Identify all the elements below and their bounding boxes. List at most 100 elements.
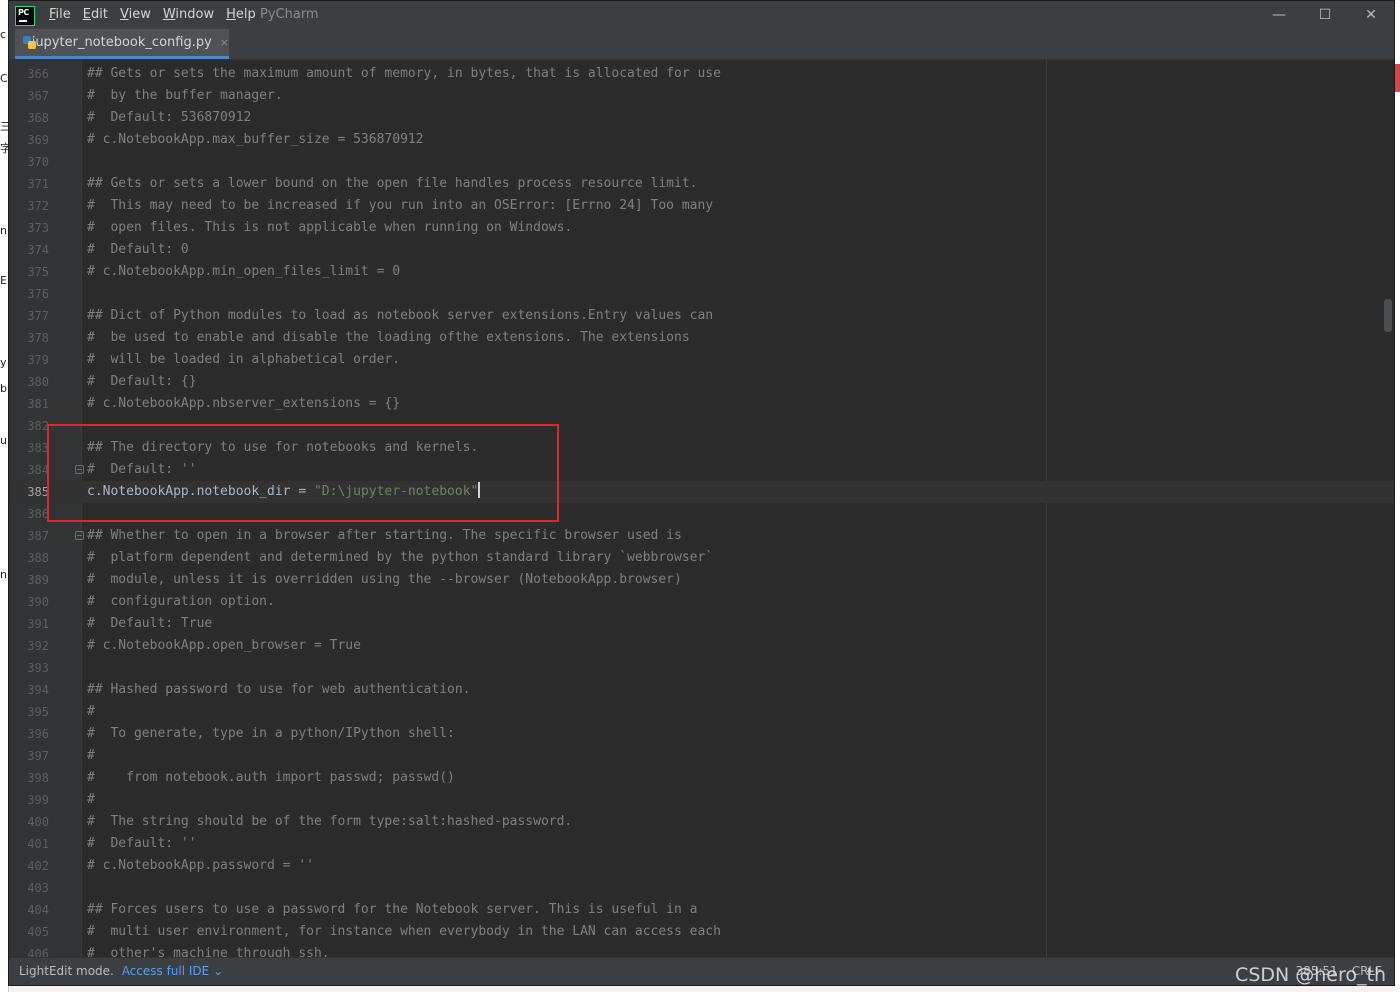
chevron-down-icon: ⌄ (213, 964, 224, 978)
code-text: # c.NotebookApp.min_open_files_limit = 0 (87, 264, 401, 279)
menu-window[interactable]: Window (157, 7, 220, 22)
code-text: # open files. This is not applicable whe… (87, 220, 573, 235)
title-bar: PC File Edit View Window Help PyCharm — … (9, 1, 1394, 29)
menu-view-label: iew (128, 7, 151, 22)
fold-marker-icon[interactable] (75, 531, 84, 540)
code-line[interactable]: 398 # from notebook.auth import passwd; p… (9, 767, 1394, 789)
code-text: # c.NotebookApp.nbserver_extensions = {} (87, 396, 401, 411)
code-line[interactable]: 367 # by the buffer manager. (9, 85, 1394, 107)
code-text: ## Gets or sets a lower bound on the ope… (87, 176, 698, 191)
line-number: 367 (27, 89, 49, 103)
code-text: # platform dependent and determined by t… (87, 550, 714, 565)
code-line[interactable]: 385 c.NotebookApp.notebook_dir = "D:\jupy… (9, 481, 1394, 503)
pycharm-window: PC File Edit View Window Help PyCharm — … (8, 0, 1395, 986)
code-line[interactable]: 382 (9, 415, 1394, 437)
tab-close-icon[interactable]: × (220, 36, 229, 49)
line-number: 377 (27, 309, 49, 323)
code-line[interactable]: 400 # The string should be of the form ty… (9, 811, 1394, 833)
code-line[interactable]: 392 # c.NotebookApp.open_browser = True (9, 635, 1394, 657)
line-number: 385 (27, 485, 49, 499)
code-line[interactable]: 387 ## Whether to open in a browser after… (9, 525, 1394, 547)
line-number: 390 (27, 595, 49, 609)
code-line[interactable]: 372 # This may need to be increased if yo… (9, 195, 1394, 217)
code-string: "D:\jupyter-notebook" (313, 484, 479, 499)
code-text: # c.NotebookApp.max_buffer_size = 536870… (87, 132, 424, 147)
code-line[interactable]: 396 # To generate, type in a python/IPyth… (9, 723, 1394, 745)
line-number: 375 (27, 265, 49, 279)
code-line[interactable]: 393 (9, 657, 1394, 679)
background-text: b (0, 382, 7, 395)
menu-help[interactable]: Help (220, 7, 262, 22)
line-number: 374 (27, 243, 49, 257)
line-number: 405 (27, 925, 49, 939)
maximize-button[interactable]: ☐ (1302, 1, 1348, 29)
code-text: # c.NotebookApp.password = '' (87, 858, 314, 873)
line-number: 371 (27, 177, 49, 191)
menu-file[interactable]: File (43, 7, 77, 22)
line-number: 401 (27, 837, 49, 851)
menu-window-label: indow (175, 7, 215, 22)
line-number: 379 (27, 353, 49, 367)
fold-marker-icon[interactable] (75, 465, 84, 474)
code-line[interactable]: 394 ## Hashed password to use for web aut… (9, 679, 1394, 701)
code-text: # will be loaded in alphabetical order. (87, 352, 401, 367)
scrollbar-thumb[interactable] (1384, 299, 1392, 332)
code-line[interactable]: 373 # open files. This is not applicable … (9, 217, 1394, 239)
app-icon-text: PC (18, 8, 29, 17)
menu-view[interactable]: View (114, 7, 157, 22)
code-line[interactable]: 366 ## Gets or sets the maximum amount of… (9, 63, 1394, 85)
line-number: 389 (27, 573, 49, 587)
code-line[interactable]: 375 # c.NotebookApp.min_open_files_limit … (9, 261, 1394, 283)
minimize-button[interactable]: — (1256, 1, 1302, 29)
code-line[interactable]: 376 (9, 283, 1394, 305)
menu-help-label: elp (235, 7, 256, 22)
line-number: 402 (27, 859, 49, 873)
code-line[interactable]: 386 (9, 503, 1394, 525)
code-line[interactable]: 384 # Default: '' (9, 459, 1394, 481)
line-number: 404 (27, 903, 49, 917)
code-line[interactable]: 379 # will be loaded in alphabetical orde… (9, 349, 1394, 371)
code-line[interactable]: 405 # multi user environment, for instanc… (9, 921, 1394, 943)
code-line[interactable]: 402 # c.NotebookApp.password = '' (9, 855, 1394, 877)
code-text: ## The directory to use for notebooks an… (87, 440, 479, 455)
code-line[interactable]: 395 # (9, 701, 1394, 723)
code-line[interactable]: 404 ## Forces users to use a password for… (9, 899, 1394, 921)
code-line[interactable]: 403 (9, 877, 1394, 899)
code-line[interactable]: 391 # Default: True (9, 613, 1394, 635)
code-line[interactable]: 381 # c.NotebookApp.nbserver_extensions =… (9, 393, 1394, 415)
code-line[interactable]: 389 # module, unless it is overridden usi… (9, 569, 1394, 591)
code-line[interactable]: 378 # be used to enable and disable the l… (9, 327, 1394, 349)
code-line[interactable]: 369 # c.NotebookApp.max_buffer_size = 536… (9, 129, 1394, 151)
code-line[interactable]: 380 # Default: {} (9, 371, 1394, 393)
code-line[interactable]: 368 # Default: 536870912 (9, 107, 1394, 129)
tab-jupyter-notebook-config[interactable]: jupyter_notebook_config.py × (15, 29, 229, 59)
code-line[interactable]: 401 # Default: '' (9, 833, 1394, 855)
background-text: u (0, 434, 7, 447)
code-text: # To generate, type in a python/IPython … (87, 726, 455, 741)
code-line[interactable]: 377 ## Dict of Python modules to load as … (9, 305, 1394, 327)
background-text: c (0, 28, 7, 41)
line-number: 395 (27, 705, 49, 719)
close-button[interactable]: ✕ (1348, 1, 1394, 29)
tab-label: jupyter_notebook_config.py (31, 35, 212, 50)
code-line[interactable]: 390 # configuration option. (9, 591, 1394, 613)
code-line[interactable]: 370 (9, 151, 1394, 173)
code-line[interactable]: 388 # platform dependent and determined b… (9, 547, 1394, 569)
code-editor[interactable]: 366 ## Gets or sets the maximum amount of… (9, 60, 1394, 958)
access-full-ide-label: Access full IDE (121, 964, 210, 978)
code-line[interactable]: 399 # (9, 789, 1394, 811)
code-line[interactable]: 397 # (9, 745, 1394, 767)
background-text: C (0, 72, 8, 85)
line-number: 396 (27, 727, 49, 741)
menu-edit[interactable]: Edit (77, 7, 114, 22)
line-number: 368 (27, 111, 49, 125)
code-line[interactable]: 371 ## Gets or sets a lower bound on the … (9, 173, 1394, 195)
background-text: n (0, 224, 7, 237)
code-line[interactable]: 383 ## The directory to use for notebooks… (9, 437, 1394, 459)
line-number: 369 (27, 133, 49, 147)
code-text: # (87, 704, 95, 719)
code-line[interactable]: 374 # Default: 0 (9, 239, 1394, 261)
access-full-ide-link[interactable]: Access full IDE ⌄ (122, 964, 223, 978)
code-line[interactable]: 406 # other's machine through ssh. (9, 943, 1394, 958)
pycharm-app-icon[interactable]: PC (15, 6, 35, 26)
